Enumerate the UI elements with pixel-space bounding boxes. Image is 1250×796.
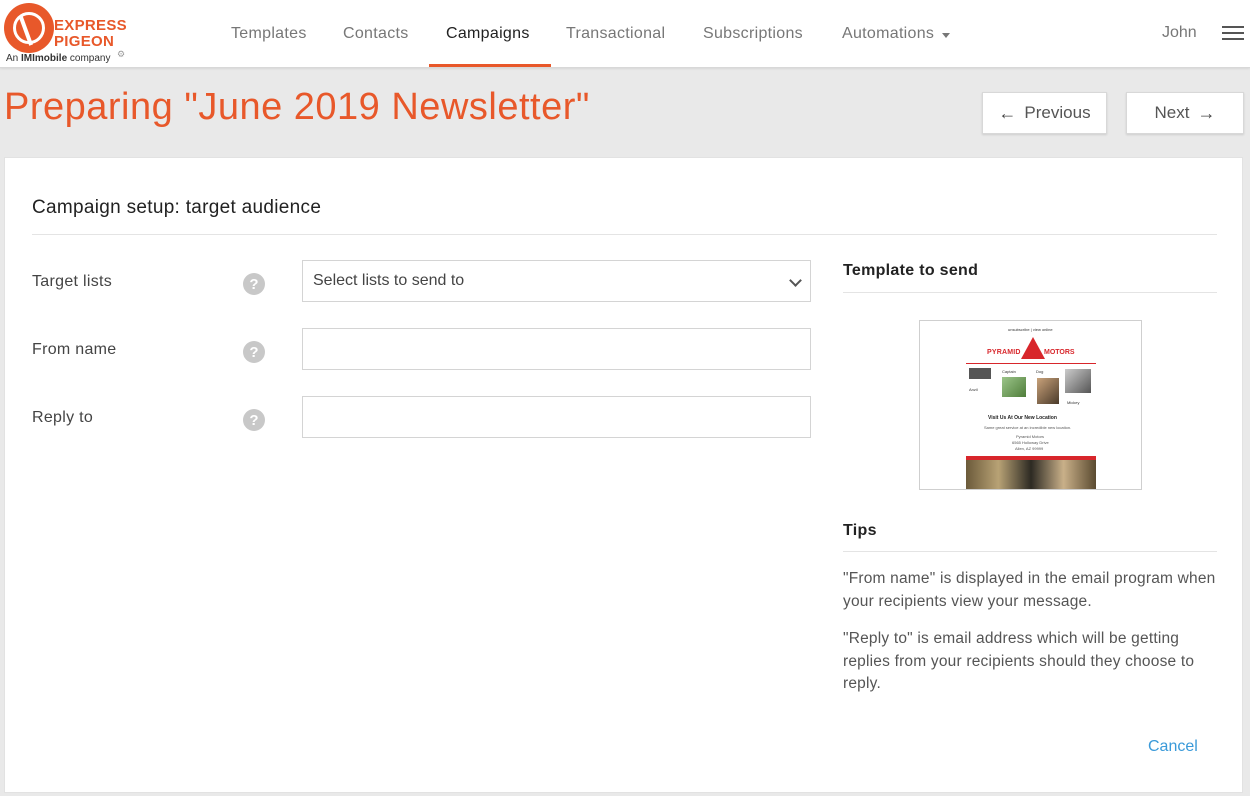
nav-automations[interactable]: Automations (842, 0, 951, 68)
logo-tagline: An IMImobile company (6, 53, 111, 64)
target-lists-help-icon[interactable]: ? (243, 273, 265, 295)
template-preview-thumbnail[interactable]: unsubscribe | view online PYRAMID MOTORS… (919, 320, 1142, 490)
expresspigeon-logo[interactable]: EXPRESS PIGEON An IMImobile company ⚙ (4, 3, 129, 65)
user-menu[interactable]: John (1162, 24, 1197, 42)
arrow-left-icon: ← (998, 102, 1017, 123)
target-lists-placeholder: Select lists to send to (313, 272, 465, 289)
gear-icon: ⚙ (117, 50, 126, 60)
nav-transactional[interactable]: Transactional (566, 0, 665, 68)
previous-button-label: Previous (1024, 103, 1091, 122)
nav-subscriptions[interactable]: Subscriptions (703, 0, 803, 68)
reply-to-help-icon[interactable]: ? (243, 409, 265, 431)
template-preview-rule (966, 363, 1096, 364)
top-navbar: EXPRESS PIGEON An IMImobile company ⚙ Te… (0, 0, 1250, 68)
logo-word-express: EXPRESS (54, 17, 127, 34)
tips-title: Tips (843, 522, 877, 539)
target-lists-label: Target lists (32, 273, 113, 290)
page-title: Preparing "June 2019 Newsletter" (4, 86, 590, 128)
template-preview-image (1002, 377, 1026, 397)
section-divider (32, 234, 1217, 235)
from-name-label: From name (32, 341, 117, 358)
template-preview-brand-right: MOTORS (1044, 349, 1075, 356)
caret-down-icon (942, 32, 951, 38)
target-lists-select[interactable]: Select lists to send to (302, 260, 811, 302)
from-name-input[interactable] (302, 328, 811, 370)
template-to-send-title: Template to send (843, 262, 979, 279)
campaign-setup-card: Campaign setup: target audience Target l… (4, 157, 1243, 793)
nav-automations-label: Automations (842, 25, 935, 42)
chevron-down-icon (789, 274, 802, 287)
tips-divider (843, 551, 1217, 552)
active-tab-indicator (429, 64, 551, 67)
template-preview-caption: Captain (1002, 369, 1016, 374)
template-preview-brand-left: PYRAMID (987, 349, 1021, 356)
template-preview-address: Allen, AZ 99999 (1015, 446, 1044, 451)
template-preview-photo (966, 460, 1096, 489)
template-preview-address: 6565 Holloway Drive (1012, 440, 1049, 445)
next-button-label: Next (1154, 103, 1190, 122)
reply-to-input[interactable] (302, 396, 811, 438)
template-preview-image (1037, 378, 1059, 404)
nav-campaigns[interactable]: Campaigns (446, 0, 530, 68)
pyramid-logo-icon (1021, 337, 1045, 359)
section-title: Campaign setup: target audience (32, 197, 322, 218)
template-preview-caption: Mickey (1067, 400, 1080, 405)
template-divider (843, 292, 1217, 293)
template-preview-image (969, 368, 991, 379)
template-preview-caption: Anzil (969, 387, 978, 392)
next-button[interactable]: Next → (1126, 92, 1244, 134)
template-preview-text: Same great service at an incredible new … (984, 425, 1072, 430)
from-name-help-icon[interactable]: ? (243, 341, 265, 363)
arrow-right-icon: → (1197, 102, 1216, 123)
template-preview-address: Pyramid Motors (1016, 434, 1045, 439)
reply-to-label: Reply to (32, 409, 94, 426)
hamburger-icon[interactable] (1222, 25, 1244, 41)
tip-from-name: "From name" is displayed in the email pr… (843, 570, 1216, 610)
template-preview-caption: Dog (1036, 369, 1044, 374)
logo-word-pigeon: PIGEON (54, 33, 115, 50)
nav-templates[interactable]: Templates (231, 0, 307, 68)
logo-mark-icon (4, 3, 54, 53)
nav-contacts[interactable]: Contacts (343, 0, 409, 68)
previous-button[interactable]: ← Previous (982, 92, 1107, 134)
cancel-link[interactable]: Cancel (1148, 738, 1198, 756)
tip-reply-to: "Reply to" is email address which will b… (843, 630, 1195, 692)
template-preview-image (1065, 369, 1091, 393)
template-preview-top-text: unsubscribe | view online (1008, 327, 1053, 332)
template-preview-headline: Visit Us At Our New Location (988, 415, 1057, 421)
